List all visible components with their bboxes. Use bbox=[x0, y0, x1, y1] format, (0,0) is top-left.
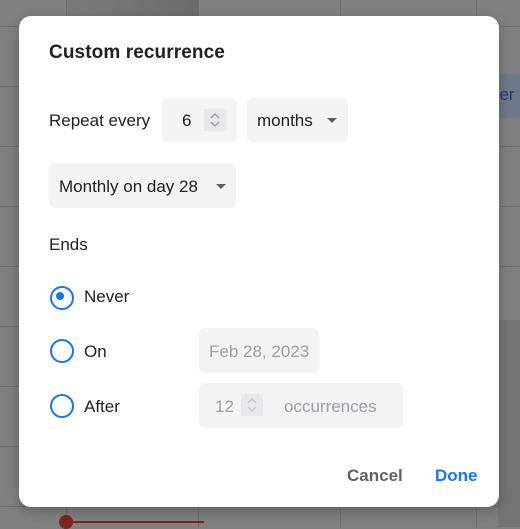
ends-on-date-input[interactable]: Feb 28, 2023 bbox=[199, 328, 319, 373]
monthly-option-value: Monthly on day 28 bbox=[59, 177, 198, 196]
ends-after-count-value: 12 bbox=[215, 397, 234, 416]
ends-never-radio[interactable] bbox=[50, 286, 74, 310]
custom-recurrence-dialog: Custom recurrence Repeat every 6 months … bbox=[19, 16, 499, 507]
cancel-button[interactable]: Cancel bbox=[347, 466, 403, 486]
dropdown-caret-icon bbox=[327, 118, 337, 123]
ends-after-label[interactable]: After bbox=[84, 397, 120, 417]
repeat-interval-input[interactable]: 6 bbox=[162, 98, 237, 142]
current-time-line bbox=[66, 521, 204, 523]
background-event-chip-text: der bbox=[498, 85, 515, 104]
up-down-chevron-icon bbox=[247, 397, 257, 413]
done-button[interactable]: Done bbox=[435, 466, 478, 486]
ends-after-radio[interactable] bbox=[50, 394, 74, 418]
repeat-unit-dropdown[interactable]: months bbox=[247, 98, 348, 142]
background-event-chip: der bbox=[498, 74, 520, 118]
ends-after-count-spinner[interactable] bbox=[241, 394, 263, 416]
up-down-chevron-icon bbox=[210, 112, 220, 128]
ends-never-label[interactable]: Never bbox=[84, 287, 129, 307]
background-column-shade bbox=[66, 0, 198, 16]
background-panel bbox=[498, 320, 520, 527]
ends-after-suffix: occurrences bbox=[284, 397, 377, 416]
ends-on-label[interactable]: On bbox=[84, 342, 107, 362]
repeat-interval-value: 6 bbox=[182, 111, 192, 130]
dropdown-caret-icon bbox=[216, 184, 226, 189]
repeat-every-label: Repeat every bbox=[49, 111, 151, 130]
repeat-interval-spinner[interactable] bbox=[204, 109, 226, 131]
ends-on-date-value: Feb 28, 2023 bbox=[209, 342, 310, 361]
ends-after-count-input[interactable]: 12 occurrences bbox=[199, 383, 403, 428]
dialog-title: Custom recurrence bbox=[49, 42, 225, 63]
ends-label: Ends bbox=[49, 235, 88, 254]
ends-on-radio[interactable] bbox=[50, 339, 74, 363]
repeat-unit-value: months bbox=[257, 111, 313, 130]
monthly-option-dropdown[interactable]: Monthly on day 28 bbox=[49, 163, 236, 208]
